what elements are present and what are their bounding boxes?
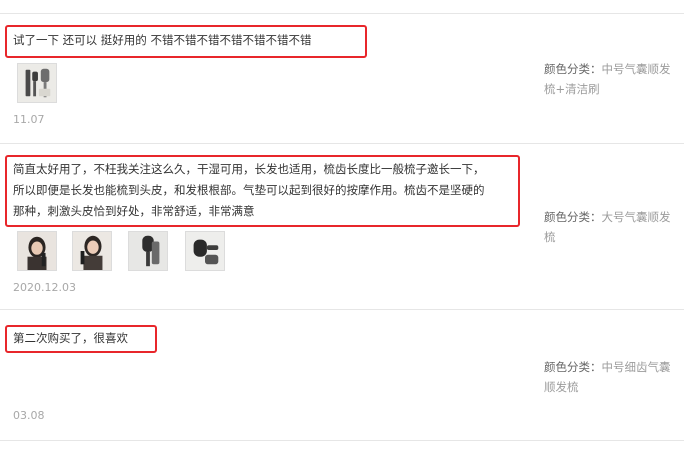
separator xyxy=(0,309,684,310)
review-photo-thumbnail[interactable] xyxy=(17,231,57,271)
product-photo-icon xyxy=(18,64,56,102)
review-list: 试了一下 还可以 挺好用的 不错不错不错不错不错不错不错 11.07 颜色分类：… xyxy=(0,0,684,456)
review-date: 11.07 xyxy=(13,113,45,126)
sku-label: 颜色分类： xyxy=(544,210,602,224)
sku-info: 颜色分类：中号气囊顺发梳+清洁刷 xyxy=(544,59,680,99)
review-text: 试了一下 还可以 挺好用的 不错不错不错不错不错不错不错 xyxy=(13,33,312,47)
sku-info: 颜色分类：大号气囊顺发梳 xyxy=(544,207,680,247)
review-text: 第二次购买了，很喜欢 xyxy=(13,331,128,345)
brush-photo-icon xyxy=(129,232,167,270)
buyer-photo-icon xyxy=(73,232,111,270)
separator xyxy=(0,143,684,144)
review-photo-thumbnail[interactable] xyxy=(185,231,225,271)
buyer-photo-icon xyxy=(18,232,56,270)
separator xyxy=(0,13,684,14)
brush-photo-icon xyxy=(186,232,224,270)
sku-info: 颜色分类：中号细齿气囊顺发梳 xyxy=(544,357,680,397)
review-photo-thumbnail[interactable] xyxy=(17,63,57,103)
separator xyxy=(0,440,684,441)
sku-label: 颜色分类： xyxy=(544,360,602,374)
review-photo-thumbnail[interactable] xyxy=(128,231,168,271)
review-photo-thumbnail[interactable] xyxy=(72,231,112,271)
review-text: 简直太好用了，不枉我关注这么久，干湿可用，长发也适用，梳齿长度比一般梳子邀长一下… xyxy=(13,162,485,218)
review-date: 2020.12.03 xyxy=(13,281,76,294)
sku-label: 颜色分类： xyxy=(544,62,602,76)
review-date: 03.08 xyxy=(13,409,45,422)
